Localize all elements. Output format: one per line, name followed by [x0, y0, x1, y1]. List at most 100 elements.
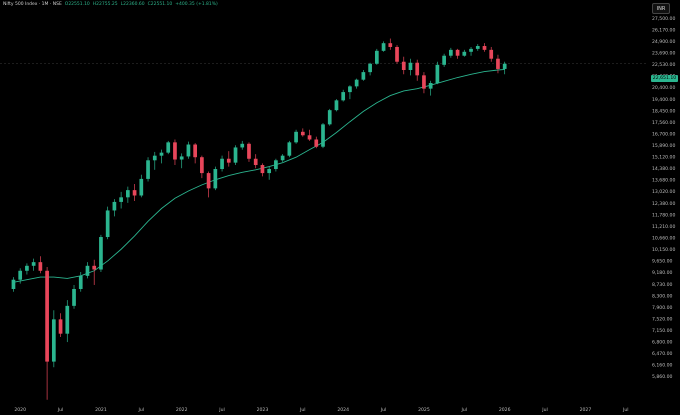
price-axis[interactable]: 5,860.00 6,160.00 6,470.00 6,800.00 7,150.00… [652, 16, 675, 380]
change-value: +400.35 (+1.81%) [175, 2, 218, 7]
candle-body [31, 262, 36, 266]
candle-body [428, 83, 433, 89]
candle-body [240, 143, 245, 148]
x-tick-label: 2025 [418, 407, 430, 413]
candle-body [200, 157, 204, 174]
candle-body [408, 62, 413, 71]
high-value: H22755.25 [92, 2, 118, 7]
candle-body [341, 92, 346, 101]
candle-body [422, 75, 426, 89]
candle-body [92, 265, 97, 270]
close-value: C22551.10 [147, 2, 173, 7]
candle-body [415, 62, 420, 76]
candle-body [334, 100, 339, 111]
candle-body [253, 158, 258, 166]
y-tick-label: 6,800.00 [652, 340, 673, 346]
currency-button[interactable]: INR [652, 3, 670, 14]
moving-average-line [13, 69, 505, 283]
x-tick-label: 2024 [337, 407, 349, 413]
candle-body [38, 262, 43, 271]
candle-body [220, 158, 224, 170]
candle-body [496, 58, 500, 69]
candle-body [354, 79, 359, 87]
y-tick-label: 22,530.00 [652, 62, 675, 68]
x-tick-label: 2020 [14, 407, 26, 413]
time-axis[interactable]: 2020 Jul 2021 Jul 2022 Jul 2023 Jul 2024 Jul 2025 J… [14, 407, 628, 413]
candle-body [119, 197, 123, 202]
x-tick-label: Jul [138, 407, 145, 413]
x-tick-label: Jul [461, 407, 468, 413]
open-value: O22551.10 [64, 2, 90, 7]
y-tick-label: 26,170.00 [652, 27, 675, 33]
y-tick-label: 6,160.00 [652, 363, 673, 369]
last-price-tag: 22,651.10 [651, 75, 678, 82]
candle-body [72, 288, 76, 306]
candle-body [381, 43, 386, 51]
y-tick-label: 24,900.00 [652, 39, 675, 45]
candle-body [132, 190, 137, 196]
candle-body [274, 160, 278, 170]
y-tick-label: 11,780.00 [652, 212, 675, 218]
candle-body [45, 270, 49, 362]
y-tick-label: 6,470.00 [652, 351, 673, 357]
candle-body [442, 55, 446, 65]
y-tick-label: 15,890.00 [652, 143, 675, 149]
candle-body [368, 63, 372, 73]
candle-body [25, 265, 29, 271]
y-tick-label: 11,210.00 [652, 224, 675, 230]
y-tick-label: 10,150.00 [652, 247, 675, 253]
candle-body [300, 131, 305, 136]
candle-body [435, 64, 440, 84]
candle-body [401, 61, 406, 71]
candle-body [314, 139, 319, 147]
candle-body [179, 156, 184, 160]
candle-body [267, 169, 272, 174]
y-tick-label: 19,400.00 [652, 97, 675, 103]
candle-body [152, 155, 157, 161]
x-tick-label: Jul [57, 407, 64, 413]
candle-body [462, 51, 467, 56]
symbol-title: Nifty 500 Index · 1M · NSE [3, 2, 62, 7]
y-tick-label: 8,730.00 [652, 282, 673, 288]
candle-body [348, 86, 352, 93]
y-tick-label: 20,400.00 [652, 85, 675, 91]
candle-body [280, 155, 285, 161]
y-tick-label: 13,020.00 [652, 189, 675, 195]
y-tick-label: 15,120.00 [652, 155, 675, 161]
candle-body [388, 43, 393, 47]
x-tick-label: Jul [622, 407, 629, 413]
candle-body [213, 169, 218, 189]
candle-body [489, 49, 494, 59]
y-tick-label: 13,680.00 [652, 178, 675, 184]
candle-body [112, 201, 117, 211]
y-tick-label: 18,450.00 [652, 108, 675, 114]
y-tick-label: 10,660.00 [652, 235, 675, 241]
x-tick-label: Jul [299, 407, 306, 413]
candle-body [455, 49, 460, 56]
y-tick-label: 8,300.00 [652, 293, 673, 299]
y-tick-label: 27,500.00 [652, 16, 675, 22]
candle-body [307, 135, 312, 140]
candle-body [166, 142, 171, 153]
candle-body [449, 49, 453, 56]
y-tick-label: 7,150.00 [652, 328, 673, 334]
y-tick-label: 9,650.00 [652, 259, 673, 265]
y-tick-label: 7,900.00 [652, 305, 673, 311]
candle-body [287, 142, 292, 156]
y-tick-label: 9,180.00 [652, 270, 673, 276]
candle-body [58, 319, 63, 334]
y-tick-label: 17,560.00 [652, 120, 675, 126]
x-tick-label: Jul [380, 407, 387, 413]
candle-body [139, 178, 144, 196]
candle-body [78, 275, 83, 289]
candle-body [186, 144, 191, 157]
candle-body [475, 46, 480, 49]
candle-body [361, 72, 366, 80]
price-chart[interactable]: 5,860.00 6,160.00 6,470.00 6,800.00 7,150.00… [0, 0, 680, 415]
candle-body [99, 237, 103, 270]
x-tick-label: 2022 [176, 407, 188, 413]
candle-body [469, 48, 473, 52]
candle-body [193, 144, 197, 158]
x-tick-label: 2026 [499, 407, 511, 413]
candle-body [482, 46, 487, 50]
